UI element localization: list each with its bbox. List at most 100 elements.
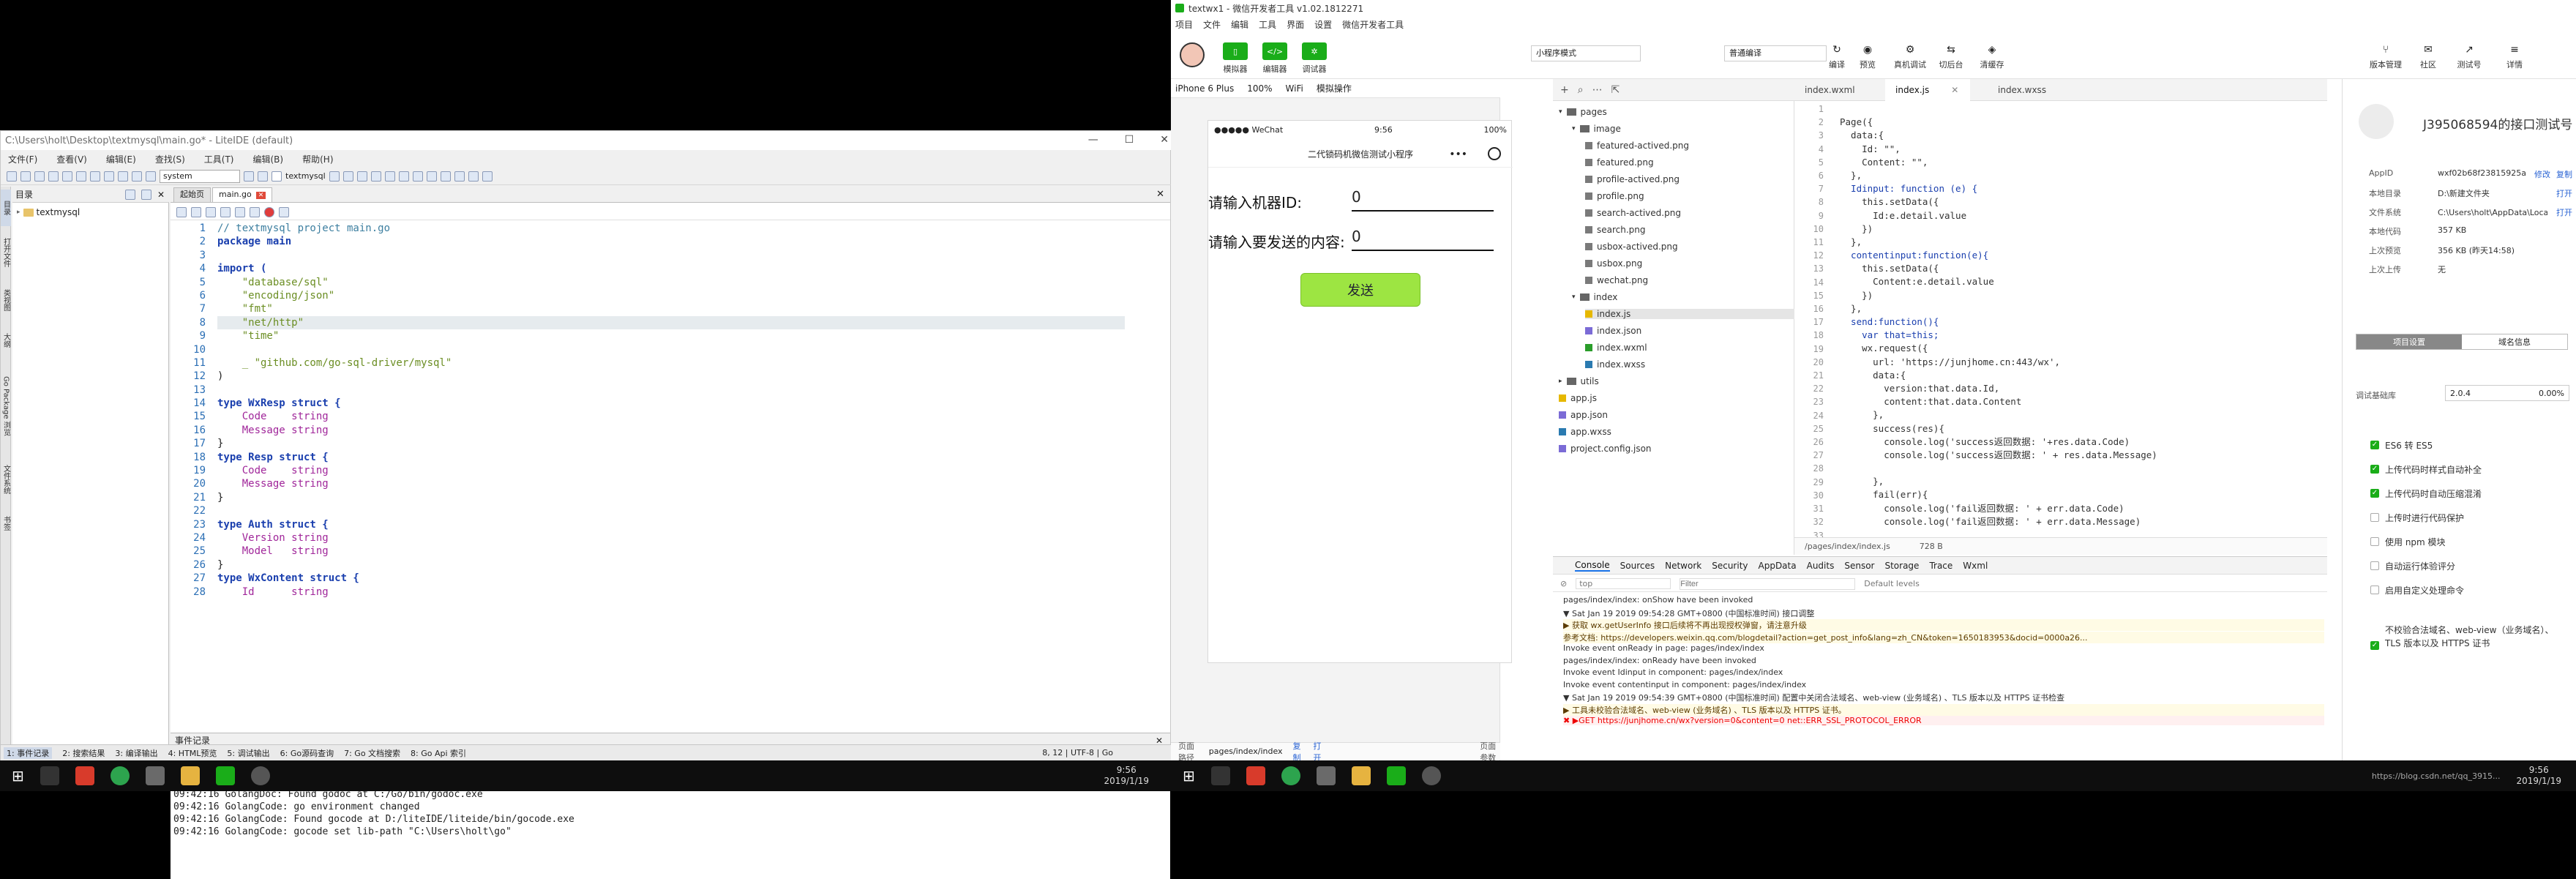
file-item[interactable]: app.wxss — [1559, 427, 1611, 437]
wx-code-view[interactable]: Page({ data:{ Id: "", Content: "", }, Id… — [1840, 102, 2157, 542]
menu-tools[interactable]: 工具(T) — [204, 153, 234, 165]
tab-close-icon[interactable]: ✕ — [255, 191, 266, 199]
community-button[interactable]: ✉ 社区 — [2406, 44, 2450, 70]
file-item[interactable]: profile-actived.png — [1585, 174, 1680, 184]
setting-checkbox[interactable] — [2370, 586, 2379, 594]
copy-icon[interactable] — [76, 171, 86, 182]
new-file-icon[interactable] — [7, 171, 17, 182]
left-tab-open-files[interactable]: 打开文件 — [1, 231, 11, 274]
status-tab[interactable]: 3: 编译输出 — [115, 747, 157, 759]
clock-right[interactable]: 9:56 2019/1/19 — [2516, 765, 2576, 787]
chevron-down-icon[interactable]: ▸ — [1559, 378, 1562, 385]
minimize-icon[interactable]: — — [1088, 134, 1098, 146]
clock-left[interactable]: 9:56 2019/1/19 — [1104, 765, 1171, 787]
textmysql-checkbox[interactable] — [272, 171, 282, 182]
setting-checkbox[interactable]: ✓ — [2370, 441, 2379, 449]
app-icon-2[interactable] — [250, 766, 270, 785]
status-tab[interactable]: 2: 搜索结果 — [62, 747, 105, 759]
undo-arrow-icon[interactable] — [176, 206, 187, 217]
paste-small-icon[interactable] — [220, 206, 231, 217]
file-item[interactable]: index.json — [1585, 326, 1641, 336]
windows-start-icon[interactable]: ⊞ — [12, 767, 24, 785]
setting-checkbox[interactable]: ✓ — [2370, 489, 2379, 498]
page-params-label[interactable]: 页面参数 — [1480, 740, 1500, 763]
file-item[interactable]: profile.png — [1585, 191, 1644, 201]
details-button[interactable]: ≡ 详情 — [2493, 44, 2536, 70]
clear-console-icon[interactable]: ⊘ — [1560, 579, 1567, 588]
left-tab-class-view[interactable]: 类视图 — [1, 282, 11, 318]
explorer-icon[interactable] — [180, 766, 200, 785]
left-tab-package-browser[interactable]: Go Package 浏览 — [1, 362, 11, 450]
wx-menu-devtools[interactable]: 微信开发者工具 — [1342, 18, 1404, 31]
remote-debug-button[interactable]: ⚙ 真机调试 — [1888, 44, 1932, 70]
tab-index-js[interactable]: index.js ✕ — [1885, 79, 1970, 101]
network-select[interactable]: WiFi — [1286, 83, 1303, 94]
console-tab[interactable]: AppData — [1759, 561, 1797, 571]
link-icon[interactable] — [279, 206, 289, 217]
go-code-view[interactable]: // textmysql project main.go package main… — [217, 222, 1125, 602]
menu-view[interactable]: 查看(V) — [56, 153, 87, 165]
preview-button[interactable]: ◉ 预览 — [1846, 44, 1890, 70]
tab-index-wxss[interactable]: index.wxss — [1988, 79, 2056, 101]
menu-help[interactable]: 帮助(H) — [302, 153, 333, 165]
cut-icon[interactable] — [62, 171, 72, 182]
file-item[interactable]: index.wxml — [1585, 343, 1647, 353]
info-action-link[interactable]: 修改 — [2534, 168, 2550, 180]
clean-icon[interactable] — [384, 171, 395, 182]
menu-build[interactable]: 编辑(B) — [253, 153, 284, 165]
redo-icon[interactable] — [118, 171, 128, 182]
open-path-link[interactable]: 打开 — [1313, 740, 1323, 763]
wx-menu-file[interactable]: 文件 — [1203, 18, 1221, 31]
menu-file[interactable]: 文件(F) — [8, 153, 37, 165]
liteide-icon[interactable] — [145, 766, 165, 785]
skip-domain-check-checkbox[interactable]: ✓ — [2370, 641, 2379, 650]
file-item[interactable]: index.wxss — [1585, 359, 1645, 370]
avatar[interactable] — [1180, 42, 1205, 67]
lint-icon[interactable] — [440, 171, 451, 182]
status-tab[interactable]: 1: 事件记录 — [4, 747, 53, 759]
maximize-icon[interactable]: ☐ — [1125, 134, 1134, 146]
open-folder-icon[interactable] — [20, 171, 31, 182]
debugger-toggle[interactable]: ✲ 调试器 — [1292, 42, 1336, 75]
left-tab-directory[interactable]: 目录 — [1, 190, 11, 226]
setting-checkbox[interactable] — [2370, 561, 2379, 570]
forward-icon[interactable] — [146, 171, 156, 182]
task-view-icon-2[interactable] — [1210, 766, 1230, 785]
left-tab-outline[interactable]: 大纲 — [1, 326, 11, 355]
save-icon[interactable] — [34, 171, 45, 182]
menu-find[interactable]: 查找(S) — [155, 153, 185, 165]
redo-arrow-icon[interactable] — [191, 206, 201, 217]
console-tab[interactable]: Audits — [1807, 561, 1835, 571]
file-item[interactable]: project.config.json — [1559, 444, 1652, 454]
build-icon[interactable] — [329, 171, 340, 182]
zoom-select[interactable]: 100% — [1247, 83, 1272, 94]
clear-cache-button[interactable]: ◈ 清缓存 — [1970, 44, 2014, 70]
chevron-down-icon[interactable]: ▾ — [1572, 125, 1576, 132]
setting-checkbox[interactable] — [2370, 537, 2379, 546]
tab-start-page[interactable]: 起始页 — [173, 187, 211, 202]
chevron-down-icon[interactable]: ▾ — [1559, 108, 1562, 116]
info-action-link[interactable]: 打开 — [2556, 206, 2572, 218]
file-item[interactable]: index.js — [1585, 309, 1794, 319]
paste-icon[interactable] — [90, 171, 100, 182]
search-icon[interactable]: ⌕ — [1578, 84, 1584, 96]
tab-project-settings[interactable]: 项目设置 — [2356, 334, 2462, 349]
wx-menu-project[interactable]: 项目 — [1175, 18, 1193, 31]
dir-filter-icon[interactable] — [141, 189, 151, 200]
wx-menu-view[interactable]: 界面 — [1287, 18, 1304, 31]
menu-edit[interactable]: 编辑(E) — [106, 153, 136, 165]
left-tab-bookmarks[interactable]: 书签 — [1, 509, 11, 538]
file-item[interactable]: ▸ utils — [1559, 376, 1599, 386]
file-item[interactable]: wechat.png — [1585, 275, 1648, 285]
simulator-toggle[interactable]: ▯ 模拟器 — [1213, 42, 1257, 75]
version-button[interactable]: ⑂ 版本管理 — [2364, 44, 2408, 70]
file-item[interactable]: app.json — [1559, 410, 1608, 420]
app-icon-3[interactable] — [1246, 766, 1265, 785]
chevron-right-icon[interactable]: ▸ — [17, 209, 20, 216]
compile-select[interactable]: 普通编译 — [1724, 45, 1827, 61]
more-icon[interactable]: ••• — [1449, 149, 1467, 160]
tools-icon[interactable] — [454, 171, 465, 182]
file-item[interactable]: featured-actived.png — [1585, 141, 1689, 151]
filter-input[interactable] — [1680, 577, 1856, 590]
tab-main-go[interactable]: main.go ✕ — [212, 187, 273, 202]
